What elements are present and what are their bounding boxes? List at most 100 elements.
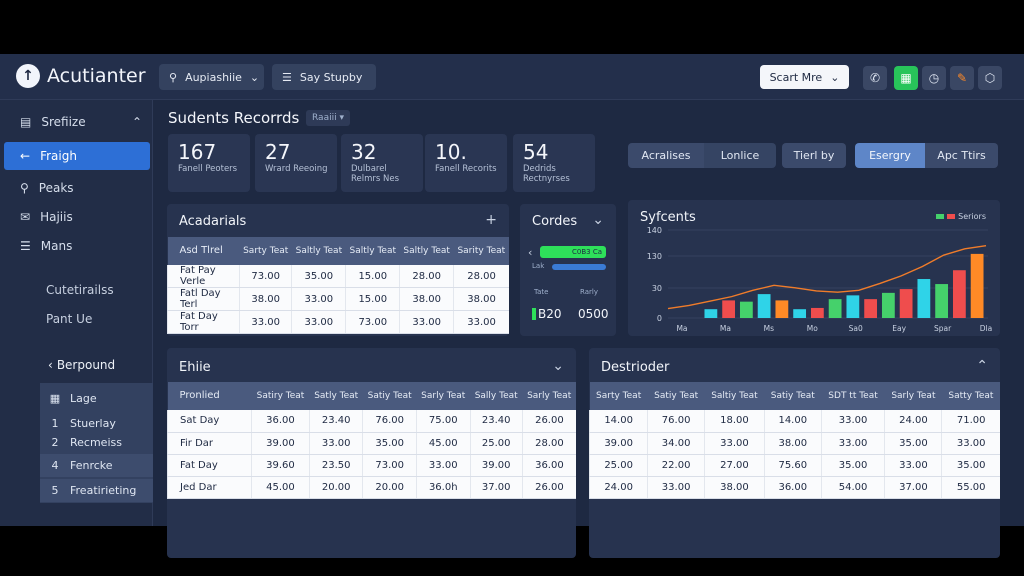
table-row[interactable]: Fat Day Torr 33.00 33.00 73.00 33.00 33.… (167, 310, 509, 334)
column-header[interactable]: Satty Teat (941, 382, 1000, 410)
sidebar-item-icon: ☰ (20, 239, 31, 253)
table-header-row: Asd Tlrel Sarty Teat Saltly Teat Saltly … (167, 237, 509, 265)
search-dropdown[interactable]: ⚲ Aupiashiie ⌄ (159, 64, 264, 90)
app-title: Acutianter (47, 65, 146, 87)
sidebar-section-header[interactable]: ▤ Srefiize ⌃ (4, 108, 150, 136)
table-cell: 39.00 (469, 454, 523, 477)
sidebar-item-mans[interactable]: ☰ Mans (4, 232, 150, 260)
column-header[interactable]: Satiy Teat (647, 382, 705, 410)
sidebar-item-peaks[interactable]: ⚲ Peaks (4, 174, 150, 202)
table-cell: 71.00 (941, 410, 1000, 433)
table-row[interactable]: Fatl Day Terl 38.00 33.00 15.00 38.00 38… (167, 287, 509, 311)
tools-icon[interactable]: ✎ (950, 66, 974, 90)
page-filter-tag[interactable]: Raaiii ▾ (306, 110, 350, 126)
sidebar-link-cutetirailss[interactable]: Cutetirailss (46, 283, 114, 297)
segment-apc-ttirs[interactable]: Apc Ttirs (925, 143, 998, 168)
table-cell: 35.00 (884, 432, 942, 455)
column-header[interactable]: Sarity Teat (453, 237, 509, 265)
x-tick-label: Eay (892, 324, 906, 333)
sidebar-item-icon: ← (20, 149, 31, 163)
stat-card: 10. Fanell Recorits (425, 134, 507, 192)
column-header[interactable]: Sarty Teat (589, 382, 648, 410)
table-row[interactable]: Fat Day 39.60 23.50 73.00 33.00 39.00 36… (167, 454, 576, 477)
list-item-label: Recmeiss (70, 436, 122, 449)
table-row[interactable]: Sat Day 36.00 23.40 76.00 75.00 23.40 26… (167, 410, 576, 433)
clock-icon[interactable]: ◷ (922, 66, 946, 90)
x-tick-label: Ms (764, 324, 774, 333)
column-header[interactable]: Satiy Teat (764, 382, 822, 410)
bar (935, 284, 949, 318)
stat-value: 27 (265, 140, 291, 164)
column-header[interactable]: Asd Tlrel (167, 237, 240, 265)
right-value: 0500 (578, 307, 609, 321)
column-header[interactable]: Sarly Teat (416, 382, 471, 410)
column-header[interactable]: Satly Teat (309, 382, 363, 410)
table-cell: 55.00 (941, 476, 1000, 499)
arrow-left-icon[interactable]: ‹ (528, 246, 532, 259)
stat-card: 54 Dedrids Rectnyrses (513, 134, 595, 192)
shield-icon[interactable]: ⬡ (978, 66, 1002, 90)
stat-card: 27 Wrard Reeoing (255, 134, 337, 192)
list-item[interactable]: 4 Fenrcke (40, 454, 153, 477)
table-row[interactable]: Fat Pay Verle 73.00 35.00 15.00 28.00 28… (167, 265, 509, 288)
segment-acralises[interactable]: Acralises (628, 143, 704, 168)
table-row[interactable]: Jed Dar 45.00 20.00 20.00 36.0h 37.00 26… (167, 476, 576, 499)
column-header[interactable]: SDT tt Teat (821, 382, 885, 410)
segment-esergry[interactable]: Esergry (855, 143, 925, 168)
list-item[interactable]: 2 Recmeiss (40, 431, 153, 454)
bar-label: Lak (532, 262, 545, 270)
bar (722, 300, 736, 318)
column-header[interactable]: Sarty Teat (239, 237, 292, 265)
table-cell: Fat Day (167, 454, 252, 477)
sidebar-link-pant-ue[interactable]: Pant Ue (46, 312, 92, 326)
logs-header[interactable]: ▦ Lage (40, 385, 153, 411)
table-row[interactable]: 14.00 76.00 18.00 14.00 33.00 24.00 71.0… (588, 410, 1000, 433)
column-header[interactable]: Sarly Teat (884, 382, 942, 410)
column-header[interactable]: Sally Teat (470, 382, 523, 410)
chevron-down-icon[interactable]: ⌄ (552, 358, 564, 374)
column-header[interactable]: Pronlied (167, 382, 252, 410)
table-cell: 20.00 (308, 476, 363, 499)
sidebar-item-hajiis[interactable]: ✉ Hajiis (4, 203, 150, 231)
filter-by-button[interactable]: Tierl by (782, 143, 846, 168)
list-item[interactable]: 5 Freatirieting (40, 479, 153, 502)
sidebar-item-fraigh[interactable]: ← Fraigh (4, 142, 150, 170)
study-button[interactable]: ☰ Say Stupby (272, 64, 376, 90)
table-row[interactable]: 25.00 22.00 27.00 75.60 35.00 33.00 35.0… (588, 454, 1000, 477)
table-cell: Jed Dar (167, 476, 252, 499)
table-row[interactable]: Fir Dar 39.00 33.00 35.00 45.00 25.00 28… (167, 432, 576, 455)
table-row[interactable]: 24.00 33.00 38.00 36.00 54.00 37.00 55.0… (588, 476, 1000, 499)
table-cell: 15.00 (345, 287, 400, 311)
chevron-up-icon[interactable]: ⌃ (976, 358, 988, 374)
calendar-icon: ▦ (49, 391, 61, 405)
back-button[interactable]: ‹ Berpound (48, 358, 115, 372)
start-dropdown-label: Scart Mre (769, 70, 823, 84)
arrow-up-icon: ↑ (16, 64, 40, 88)
table-cell: 33.00 (453, 310, 509, 334)
column-header[interactable]: Satiry Teat (251, 382, 310, 410)
chevron-down-icon[interactable]: ⌄ (592, 212, 604, 228)
stat-label: Dulbarel Relmrs Nes (351, 164, 400, 184)
table-cell: 33.00 (941, 432, 1000, 455)
table-cell: 36.00 (251, 410, 310, 433)
app-logo[interactable]: ↑ Acutianter (16, 64, 146, 88)
chevron-down-icon: ⌄ (249, 70, 260, 84)
column-header[interactable]: Saltly Teat (291, 237, 346, 265)
table-row[interactable]: 39.00 34.00 33.00 38.00 33.00 35.00 33.0… (588, 432, 1000, 455)
segment-lonlice[interactable]: Lonlice (704, 143, 776, 168)
table-cell: 24.00 (884, 410, 942, 433)
add-icon[interactable]: + (485, 212, 497, 228)
y-tick-label: 0 (657, 314, 662, 323)
column-header[interactable]: Saltly Teat (399, 237, 454, 265)
phone-icon[interactable]: ✆ (863, 66, 887, 90)
column-header[interactable]: Saltiy Teat (704, 382, 765, 410)
grid-icon[interactable]: ▦ (894, 66, 918, 90)
column-header[interactable]: Satiy Teat (362, 382, 417, 410)
stat-value: 167 (178, 140, 217, 164)
progress-bar-blue (552, 264, 606, 270)
column-header[interactable]: Sarly Teat (522, 382, 576, 410)
start-dropdown[interactable]: Scart Mre ⌄ (760, 65, 849, 89)
app-window: ↑ Acutianter ⚲ Aupiashiie ⌄ ☰ Say Stupby… (0, 54, 1024, 558)
column-header[interactable]: Saltly Teat (345, 237, 400, 265)
right-label: Rarly (580, 288, 598, 296)
